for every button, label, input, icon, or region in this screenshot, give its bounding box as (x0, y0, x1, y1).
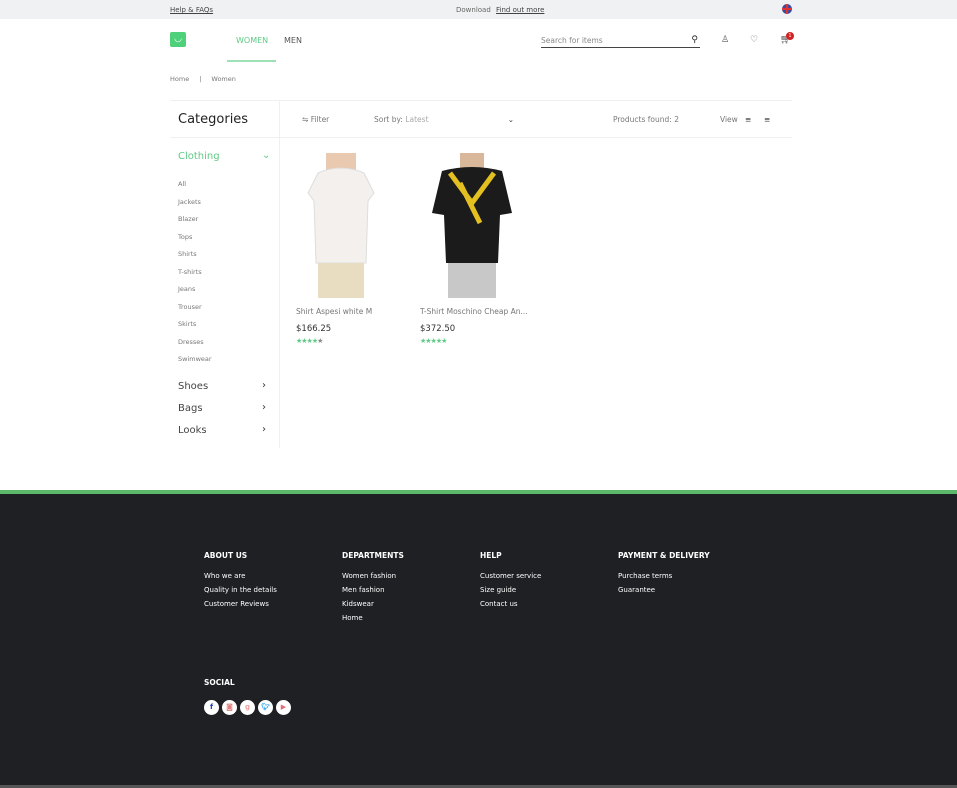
product-name[interactable]: T-Shirt Moschino Cheap An... (420, 307, 530, 316)
footer-column-title: HELP (480, 551, 502, 560)
product-price: $372.50 (420, 324, 456, 334)
subcategory-item[interactable]: Swimwear (178, 355, 212, 363)
subcategory-item[interactable]: All (178, 180, 186, 188)
download-banner: Download Find out more (456, 6, 544, 14)
category-item[interactable]: Looks (178, 425, 207, 436)
products-found-count: 2 (674, 115, 679, 124)
product-photo-white-top (307, 153, 375, 298)
footer-column-title: DEPARTMENTS (342, 551, 404, 560)
footer-link[interactable]: Women fashion (342, 572, 404, 580)
nav-men[interactable]: MEN (284, 36, 302, 45)
rating-stars: ★★★★★ (420, 337, 447, 345)
subcategory-item[interactable]: Tops (178, 233, 192, 241)
subcategory-item[interactable]: T-shirts (178, 268, 202, 276)
sort-value: Latest (405, 115, 429, 124)
search-input[interactable]: Search for items ⚲ (541, 34, 700, 48)
sort-label: Sort by: (374, 115, 403, 124)
footer-link[interactable]: Who we are (204, 572, 277, 580)
active-nav-indicator (227, 60, 276, 62)
top-bar: Help & FAQs Download Find out more (0, 0, 957, 19)
youtube-icon[interactable]: ▶ (276, 700, 291, 715)
rating-stars: ★★★★★ (296, 337, 323, 345)
sidebar-divider (279, 100, 280, 448)
footer-link[interactable]: Purchase terms (618, 572, 710, 580)
subcategory-item[interactable]: Blazer (178, 215, 198, 223)
shopping-bag-icon[interactable]: ◡ (170, 32, 186, 47)
subcategory-item[interactable]: Trouser (178, 303, 202, 311)
footer-link[interactable]: Size guide (480, 586, 541, 594)
filter-bar: Categories ⇋ Filter Sort by: Latest ⌄ Pro… (170, 100, 792, 138)
breadcrumb-women[interactable]: Women (211, 75, 235, 83)
footer-link[interactable]: Contact us (480, 600, 541, 608)
category-clothing-label: Clothing (178, 151, 220, 162)
footer-column-title: ABOUT US (204, 551, 248, 560)
facebook-icon[interactable]: f (204, 700, 219, 715)
subcategory-item[interactable]: Jackets (178, 198, 201, 206)
subcategory-item[interactable]: Shirts (178, 250, 197, 258)
compact-view-icon[interactable]: ≡ (764, 115, 770, 124)
footer-column-title: PAYMENT & DELIVERY (618, 551, 710, 560)
footer-link[interactable]: Quality in the details (204, 586, 277, 594)
sort-select[interactable]: Sort by: Latest ⌄ (374, 115, 514, 124)
product-price: $166.25 (296, 324, 332, 334)
chevron-right-icon[interactable]: › (262, 402, 266, 413)
google-plus-icon[interactable]: g (240, 700, 255, 715)
product-name[interactable]: Shirt Aspesi white M (296, 307, 406, 316)
product-card[interactable]: T-Shirt Moschino Cheap An... $372.50 ★★★… (420, 153, 530, 345)
instagram-icon[interactable]: ◙ (222, 700, 237, 715)
product-photo-black-tshirt (432, 153, 512, 298)
uk-flag-icon[interactable] (782, 4, 792, 14)
filter-icon: ⇋ (302, 115, 309, 124)
footer: ABOUT US Who we are Quality in the details… (0, 494, 957, 788)
subcategory-item[interactable]: Dresses (178, 338, 204, 346)
breadcrumb: Home | Women (170, 75, 246, 83)
footer-link[interactable]: Kidswear (342, 600, 404, 608)
footer-column: ABOUT US Who we are Quality in the details… (204, 551, 277, 614)
search-icon[interactable]: ⚲ (691, 35, 698, 45)
product-card[interactable]: Shirt Aspesi white M $166.25 ★★★★★ (296, 153, 406, 345)
chevron-down-icon[interactable]: ⌄ (262, 150, 270, 161)
header: ◡ WOMEN MEN Search for items ⚲ ♙ ♡ 🛒︎ (0, 19, 957, 62)
help-faqs-link[interactable]: Help & FAQs (170, 6, 213, 14)
subcategory-item[interactable]: Skirts (178, 320, 196, 328)
category-item[interactable]: Shoes (178, 381, 208, 392)
categories-title: Categories (178, 112, 249, 127)
download-text: Download (456, 6, 491, 14)
footer-link[interactable]: Customer service (480, 572, 541, 580)
footer-column: DEPARTMENTS Women fashion Men fashion Kidsw… (342, 551, 404, 628)
find-out-more-link[interactable]: Find out more (496, 6, 544, 14)
footer-column: HELP Customer service Size guide Contact us (480, 551, 541, 614)
chevron-down-icon: ⌄ (507, 115, 514, 124)
filter-label: Filter (310, 115, 330, 124)
social-title: SOCIAL (204, 678, 235, 687)
filter-button[interactable]: ⇋ Filter (302, 115, 329, 124)
user-icon[interactable]: ♙ (721, 35, 729, 45)
list-view-icon[interactable]: ≡ (745, 115, 751, 124)
cart-count-badge: 1 (786, 32, 794, 40)
category-clothing[interactable]: Clothing (178, 151, 220, 162)
products-found-label: Products found: (613, 115, 672, 124)
view-label: View (720, 115, 738, 124)
chevron-right-icon[interactable]: › (262, 424, 266, 435)
breadcrumb-home[interactable]: Home (170, 75, 189, 83)
product-image[interactable] (296, 153, 406, 298)
products-found: Products found: 2 (613, 115, 679, 124)
subcategory-item[interactable]: Jeans (178, 285, 195, 293)
nav-women[interactable]: WOMEN (236, 36, 268, 45)
footer-column: PAYMENT & DELIVERY Purchase terms Guarante… (618, 551, 710, 600)
footer-link[interactable]: Home (342, 614, 404, 622)
footer-link[interactable]: Guarantee (618, 586, 710, 594)
chevron-right-icon[interactable]: › (262, 380, 266, 391)
heart-icon[interactable]: ♡ (750, 35, 758, 45)
breadcrumb-separator: | (199, 75, 202, 83)
product-image[interactable] (420, 153, 530, 298)
footer-link[interactable]: Men fashion (342, 586, 404, 594)
search-placeholder: Search for items (541, 36, 603, 45)
category-item[interactable]: Bags (178, 403, 203, 414)
twitter-icon[interactable]: 🐦︎ (258, 700, 273, 715)
footer-link[interactable]: Customer Reviews (204, 600, 277, 608)
